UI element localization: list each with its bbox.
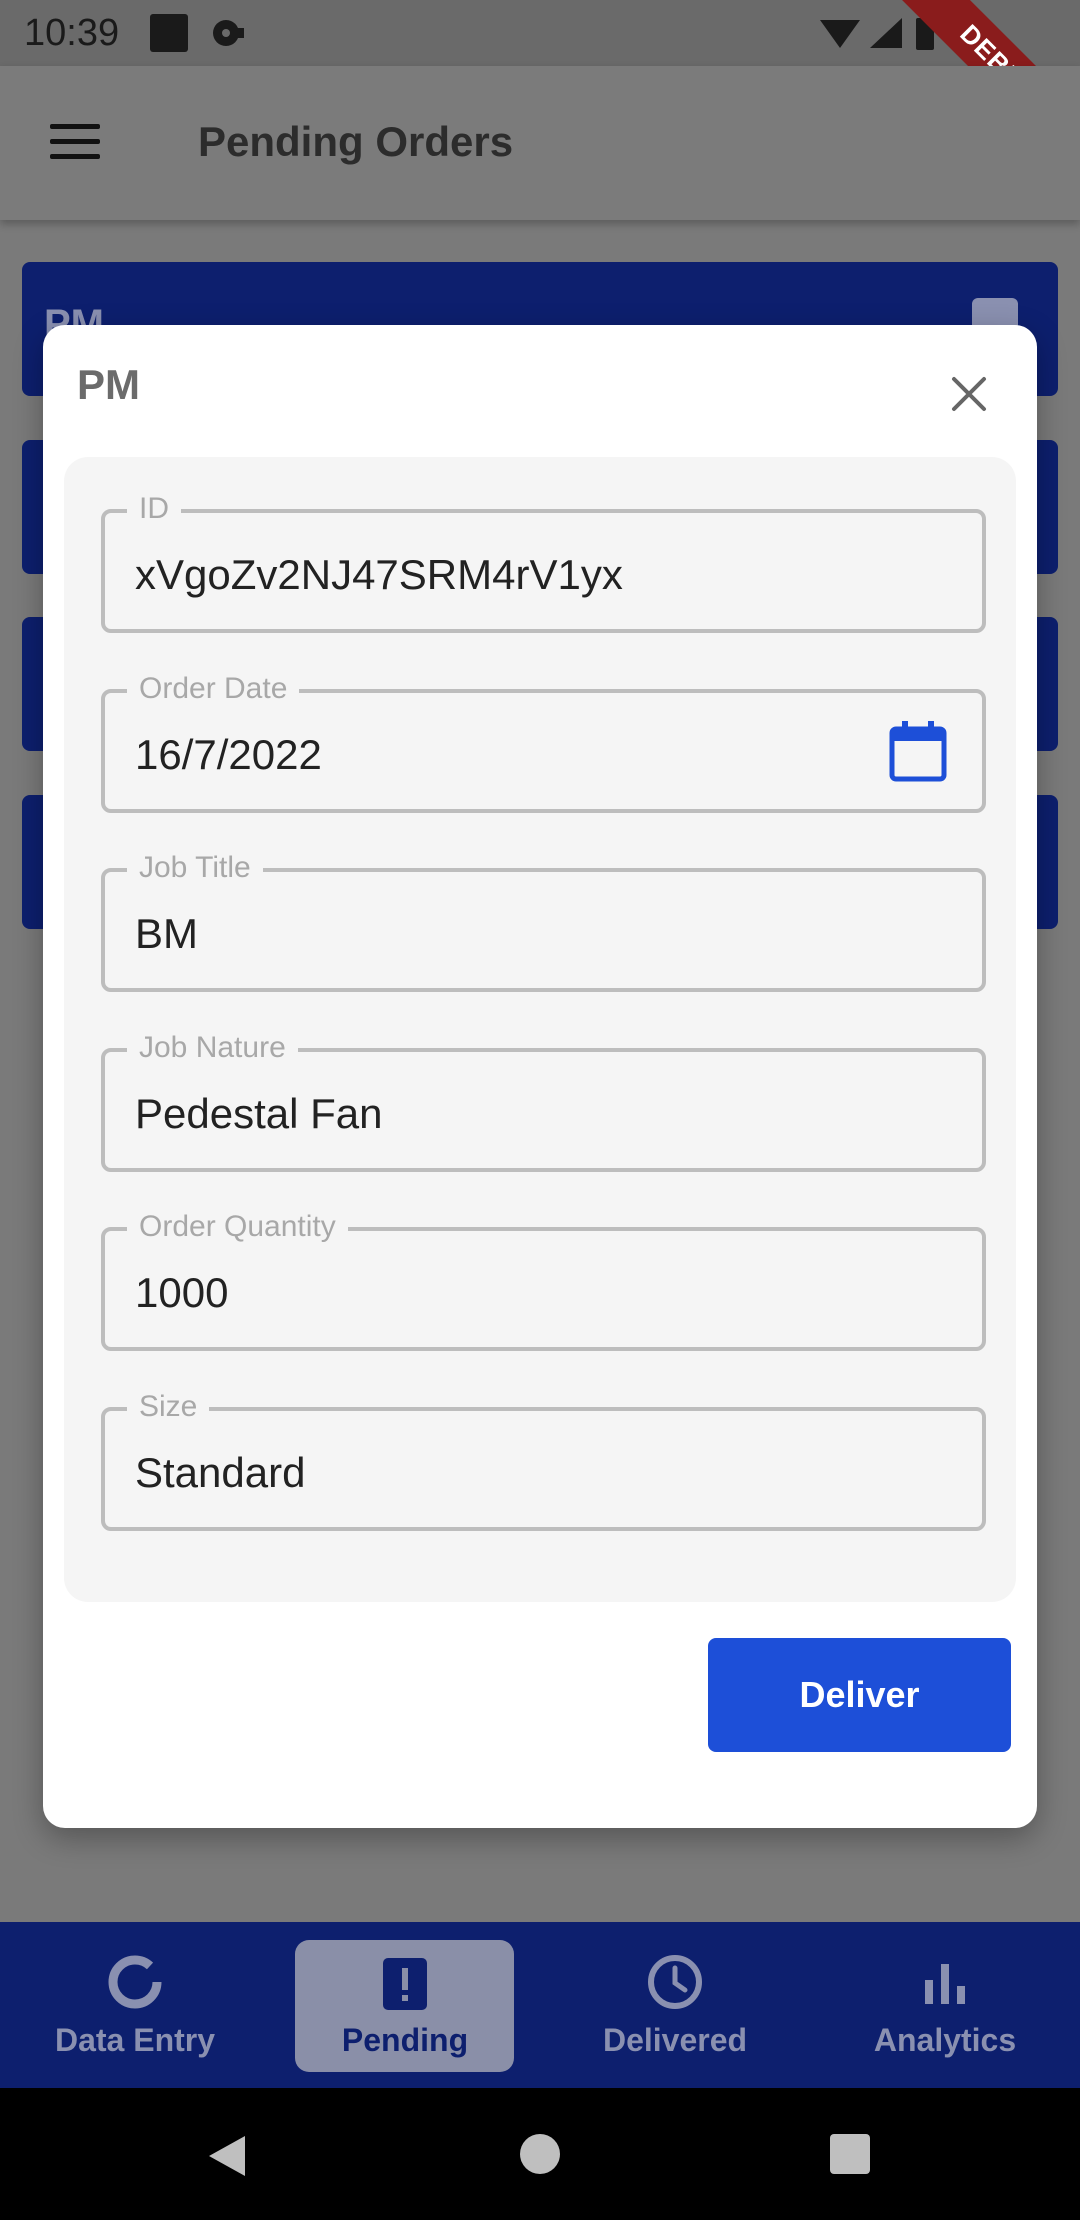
nav-item-delivered[interactable]: Delivered: [540, 1922, 810, 2088]
id-field-label: ID: [127, 492, 181, 526]
order-quantity-field-value: 1000: [135, 1269, 229, 1316]
job-nature-field[interactable]: Job Nature Pedestal Fan: [101, 1031, 986, 1172]
notification-square-icon: [150, 14, 188, 52]
wifi-icon: [820, 20, 860, 48]
size-field-label: Size: [127, 1390, 210, 1424]
size-field[interactable]: Size Standard: [101, 1390, 986, 1531]
job-nature-field-value: Pedestal Fan: [135, 1090, 383, 1137]
notification-disc-icon: [213, 20, 244, 46]
cell-signal-icon: [870, 18, 902, 48]
nav-item-pending[interactable]: Pending: [270, 1922, 540, 2088]
nav-item-data-entry[interactable]: Data Entry: [0, 1922, 270, 2088]
order-detail-dialog: PM ID xVgoZv2NJ47SRM4rV1yx Order Date 16…: [43, 325, 1037, 1828]
job-nature-field-label: Job Nature: [127, 1031, 298, 1065]
size-field-value: Standard: [135, 1449, 306, 1496]
order-quantity-field-label: Order Quantity: [127, 1210, 348, 1244]
back-icon[interactable]: [205, 2134, 249, 2178]
id-field[interactable]: ID xVgoZv2NJ47SRM4rV1yx: [101, 492, 986, 633]
system-navigation-bar: [0, 2088, 1080, 2220]
form-panel: ID xVgoZv2NJ47SRM4rV1yx Order Date 16/7/…: [64, 457, 1016, 1602]
page-title: Pending Orders: [198, 118, 514, 165]
id-field-value: xVgoZv2NJ47SRM4rV1yx: [135, 551, 623, 598]
clipboard-alert-icon: [383, 1958, 427, 2010]
app-bar: Pending Orders: [0, 66, 1080, 220]
job-title-field-value: BM: [135, 910, 198, 957]
calendar-icon[interactable]: [888, 719, 948, 783]
nav-label: Delivered: [602, 2022, 748, 2058]
hamburger-menu-icon[interactable]: [50, 124, 104, 164]
order-date-field[interactable]: Order Date 16/7/2022: [101, 672, 986, 813]
deliver-button[interactable]: Deliver: [708, 1638, 1011, 1752]
status-time: 10:39: [24, 12, 120, 54]
home-icon[interactable]: [520, 2134, 560, 2174]
order-quantity-field[interactable]: Order Quantity 1000: [101, 1210, 986, 1351]
order-date-field-label: Order Date: [127, 672, 300, 706]
clock-icon: [648, 1955, 702, 2009]
bar-chart-icon: [925, 1964, 965, 2004]
bottom-navigation: Data Entry Pending Delivered Analytics: [0, 1922, 1080, 2088]
recents-icon[interactable]: [830, 2134, 870, 2174]
nav-label: Analytics: [873, 2022, 1017, 2058]
dialog-title: PM: [77, 361, 140, 408]
close-icon[interactable]: [946, 371, 992, 417]
nav-label: Pending: [341, 2022, 469, 2058]
nav-item-analytics[interactable]: Analytics: [810, 1922, 1080, 2088]
job-title-field-label: Job Title: [127, 851, 263, 885]
order-date-field-value: 16/7/2022: [135, 731, 322, 778]
job-title-field[interactable]: Job Title BM: [101, 851, 986, 992]
nav-label: Data Entry: [54, 2022, 216, 2058]
circle-progress-icon: [108, 1955, 162, 2009]
